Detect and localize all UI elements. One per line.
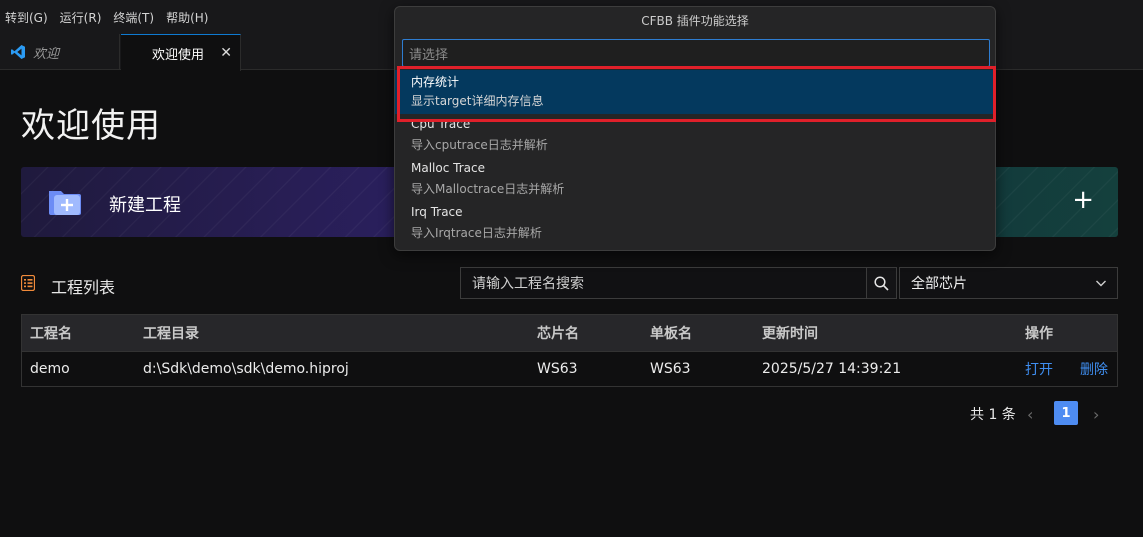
header-actions: 操作	[1025, 326, 1053, 342]
search-button[interactable]	[866, 267, 897, 299]
cell-board: WS63	[650, 361, 691, 377]
item-detail: 导入Malloctrace日志并解析	[411, 182, 565, 196]
tab-active-label: 欢迎使用	[152, 47, 205, 63]
list-icon	[21, 275, 35, 291]
cell-chip: WS63	[537, 361, 578, 377]
item-detail: 导入Irqtrace日志并解析	[411, 226, 542, 240]
header-project-name: 工程名	[30, 326, 72, 342]
header-chip: 芯片名	[537, 326, 579, 342]
close-icon[interactable]: ✕	[220, 45, 232, 61]
quick-pick-dialog: CFBB 插件功能选择 请选择 内存统计 显示target详细内存信息 Cpu …	[394, 6, 996, 251]
tab-welcome-use[interactable]: 欢迎使用 ✕	[121, 34, 241, 71]
new-project-label: 新建工程	[109, 195, 181, 216]
plus-icon[interactable]: +	[1072, 187, 1094, 213]
tab-welcome-label: 欢迎	[33, 46, 60, 62]
menu-run[interactable]: 运行(R)	[56, 9, 106, 26]
menu-help[interactable]: 帮助(H)	[162, 9, 212, 26]
table-header: 工程名 工程目录 芯片名 单板名 更新时间 操作	[22, 315, 1117, 351]
project-search-input[interactable]: 请输入工程名搜索	[460, 267, 867, 299]
pager-page-1[interactable]: 1	[1054, 401, 1078, 425]
item-label: Malloc Trace	[411, 161, 485, 175]
header-updated: 更新时间	[762, 326, 818, 342]
project-table: 工程名 工程目录 芯片名 单板名 更新时间 操作 demo d:\Sdk\dem…	[21, 314, 1118, 387]
delete-link[interactable]: 删除	[1080, 352, 1108, 386]
quick-pick-item-irq-trace[interactable]: Irq Trace 导入Irqtrace日志并解析	[395, 202, 995, 246]
cell-project-dir: d:\Sdk\demo\sdk\demo.hiproj	[143, 361, 349, 377]
header-project-dir: 工程目录	[143, 326, 199, 342]
quick-pick-title: CFBB 插件功能选择	[641, 14, 749, 28]
page-title: 欢迎使用	[21, 106, 161, 146]
menu-terminal[interactable]: 终端(T)	[109, 9, 158, 26]
quick-pick-placeholder: 请选择	[409, 47, 449, 63]
cell-project-name: demo	[30, 361, 70, 377]
header-board: 单板名	[650, 326, 692, 342]
tab-welcome[interactable]: 欢迎	[0, 34, 120, 70]
chip-filter-value: 全部芯片	[911, 276, 967, 292]
quick-pick-item-malloc-trace[interactable]: Malloc Trace 导入Malloctrace日志并解析	[395, 158, 995, 202]
chip-filter-select[interactable]: 全部芯片	[899, 267, 1118, 299]
item-detail: 导入cputrace日志并解析	[411, 138, 548, 152]
chevron-down-icon	[1096, 280, 1106, 287]
menu-goto[interactable]: 转到(G)	[0, 9, 52, 26]
table-row: demo d:\Sdk\demo\sdk\demo.hiproj WS63 WS…	[22, 351, 1117, 386]
annotation-highlight-box	[397, 66, 996, 122]
pager-total: 共 1 条	[970, 407, 1016, 423]
search-icon	[874, 275, 889, 291]
open-link[interactable]: 打开	[1025, 352, 1053, 386]
item-label: Irq Trace	[411, 205, 463, 219]
vscode-icon	[11, 45, 25, 59]
quick-pick-input[interactable]: 请选择	[402, 39, 990, 67]
pager-next-icon[interactable]: ›	[1093, 401, 1099, 427]
search-placeholder: 请输入工程名搜索	[472, 276, 584, 292]
project-list-title: 工程列表	[51, 278, 116, 297]
pager-prev-icon[interactable]: ‹	[1027, 401, 1033, 427]
new-project-icon	[49, 191, 81, 215]
cell-updated: 2025/5/27 14:39:21	[762, 361, 902, 377]
